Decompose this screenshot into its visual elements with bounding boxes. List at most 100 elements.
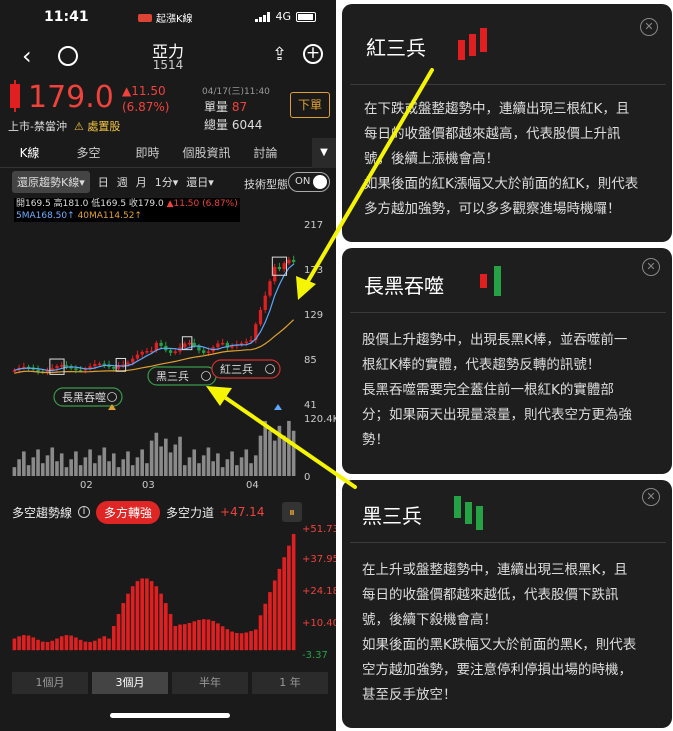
period-week[interactable]: 週 xyxy=(117,174,128,190)
indicator-bar xyxy=(130,586,135,651)
volume-bar xyxy=(249,463,253,476)
indicator-bar xyxy=(135,581,140,651)
candle-body xyxy=(273,266,277,282)
trend-line-label: 多空趨勢線 xyxy=(12,505,73,520)
indicator-tick: +10.40 xyxy=(302,618,336,629)
indicator-bar xyxy=(206,619,211,651)
indicator-tick: +37.95 xyxy=(302,554,336,565)
volume-bar xyxy=(187,457,192,476)
period-minute[interactable]: 1分▾ xyxy=(155,174,179,190)
indicator-bar xyxy=(272,580,277,651)
close-icon[interactable]: ✕ xyxy=(642,488,660,506)
indicator-bar xyxy=(31,637,36,651)
add-icon[interactable]: + xyxy=(303,44,323,64)
indicator-bar xyxy=(235,632,239,651)
candle-body xyxy=(287,259,291,264)
volume-bar xyxy=(178,436,182,476)
indicator-bar xyxy=(182,624,187,651)
candle-body xyxy=(202,350,206,353)
tab-kline[interactable]: K線 xyxy=(0,144,59,161)
indicator-bar xyxy=(230,631,234,651)
indicator-bar xyxy=(220,626,225,651)
more-tabs-icon[interactable]: ▼ xyxy=(312,138,336,168)
marker-icon xyxy=(274,404,282,410)
home-indicator xyxy=(110,713,230,718)
kline-chart[interactable]: 長黑吞噬黑三兵紅三兵 2171731298541120.4K002 03 04+51… xyxy=(0,212,336,672)
indicator-bar xyxy=(69,635,73,651)
chart-toolbar: 還原趨勢K線▾ 日 週 月 1分▾ 還日▾ 技術型態 ON xyxy=(0,168,336,196)
tech-pattern-toggle[interactable]: ON xyxy=(288,172,330,192)
volume-bar xyxy=(201,455,206,476)
close-icon[interactable]: ✕ xyxy=(640,18,658,36)
indicator-bar xyxy=(178,624,182,651)
indicator-bar xyxy=(116,613,121,651)
divider xyxy=(350,542,666,543)
volume-bar xyxy=(26,465,31,476)
candle-body xyxy=(74,368,78,371)
volume-bar xyxy=(40,463,45,476)
volume-bar xyxy=(268,430,272,476)
volume-bar xyxy=(69,459,73,476)
info-icon[interactable]: i xyxy=(78,506,91,518)
tab-realtime[interactable]: 即時 xyxy=(118,144,177,161)
indicator-bar xyxy=(88,641,92,651)
indicator-bar xyxy=(22,635,26,651)
price-tick: 85 xyxy=(304,355,317,366)
indicator-bar xyxy=(197,619,201,651)
pattern-label: 紅三兵 xyxy=(220,363,253,376)
volume-bar xyxy=(121,459,126,476)
candle-body xyxy=(263,295,267,310)
share-icon[interactable]: ⇪ xyxy=(272,44,287,65)
indicator-bar xyxy=(111,625,116,651)
tab-discussion[interactable]: 討論 xyxy=(236,144,295,161)
bearish-engulfing-icon xyxy=(480,266,501,296)
adjust-select[interactable]: 還日▾ xyxy=(186,174,214,190)
card-title: 紅三兵 xyxy=(366,36,426,60)
indicator-bar xyxy=(173,625,178,651)
stock-tabs: K線 多空 即時 個股資訊 討論 ▼ xyxy=(0,138,336,168)
volume-tick: 0 xyxy=(304,472,310,483)
tab-bull-bear[interactable]: 多空 xyxy=(59,144,118,161)
indicator-bar xyxy=(253,629,258,651)
status-bar: 11:41 起漲K線 4G xyxy=(0,0,336,34)
volume-bar xyxy=(239,457,244,476)
volume-bar xyxy=(272,440,277,476)
volume-bar xyxy=(22,451,26,476)
candle-body xyxy=(244,341,248,344)
range-1y[interactable]: 1 年 xyxy=(252,672,328,694)
restore-kline-select[interactable]: 還原趨勢K線▾ xyxy=(12,171,90,193)
candle-body xyxy=(277,266,282,270)
price-tick: 217 xyxy=(304,220,323,231)
tab-stock-info[interactable]: 個股資訊 xyxy=(177,144,236,161)
period-month[interactable]: 月 xyxy=(136,174,147,190)
indicator-bar xyxy=(149,581,154,651)
price-tick: 129 xyxy=(304,310,323,321)
indicator-settings-icon[interactable]: ⏸ xyxy=(282,502,302,522)
card-title: 黑三兵 xyxy=(362,504,422,528)
range-1m[interactable]: 1個月 xyxy=(12,672,88,694)
indicator-bar xyxy=(287,545,291,651)
order-button[interactable]: 下單 xyxy=(290,92,330,118)
indicator-bar xyxy=(201,619,206,651)
indicator-bar xyxy=(211,620,215,651)
range-6m[interactable]: 半年 xyxy=(172,672,248,694)
candle-body xyxy=(206,351,211,353)
volume-bar xyxy=(12,467,17,476)
price-change-pct: (6.87%) xyxy=(122,100,170,114)
volume-bar xyxy=(258,435,263,476)
close-icon[interactable]: ✕ xyxy=(642,258,660,276)
period-day[interactable]: 日 xyxy=(98,174,109,190)
range-3m[interactable]: 3個月 xyxy=(92,672,168,694)
card-body: 在上升或盤整趨勢中，連續出現三根黑K，且 每日的收盤價都越來越低，代表股價下跌訊… xyxy=(362,562,637,703)
battery-icon xyxy=(296,11,316,22)
indicator-bar xyxy=(140,578,144,651)
red-three-candles-icon xyxy=(458,28,487,60)
volume-bar xyxy=(140,449,144,476)
volume-bar xyxy=(263,420,268,476)
candle-body xyxy=(97,363,102,366)
indicator-bar xyxy=(282,557,286,651)
indicator-bar xyxy=(102,636,107,651)
indicator-tick: +24.18 xyxy=(302,586,336,597)
candle-body xyxy=(60,365,64,367)
candle-body xyxy=(173,351,177,353)
